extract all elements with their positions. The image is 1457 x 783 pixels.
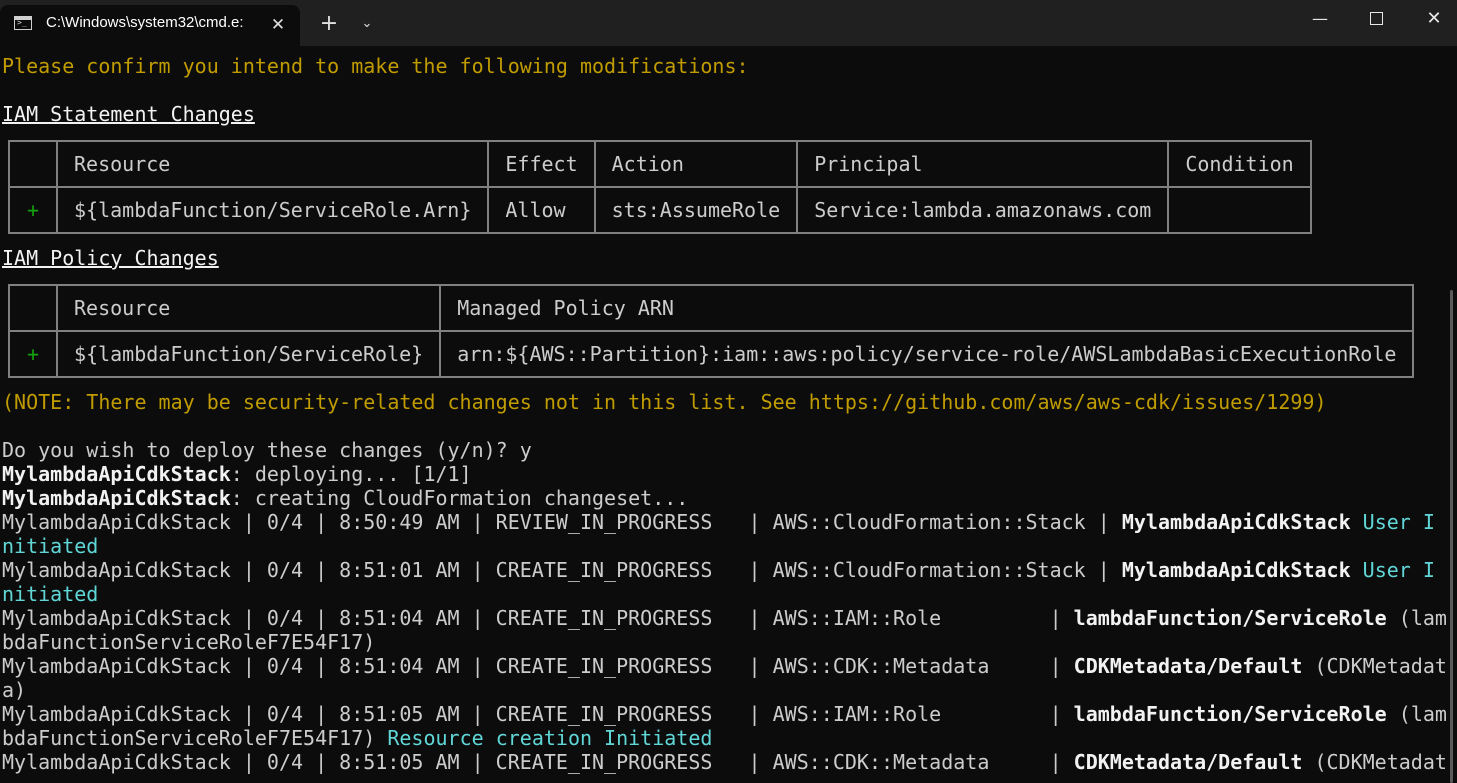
- event-physical-id: (CDKMetadat: [1302, 750, 1447, 774]
- event-status-reason: Resource creation Initiated: [375, 726, 713, 750]
- deploying-text: : deploying... [1/1]: [230, 462, 472, 486]
- stack-name: MylambdaApiCdkStack: [2, 462, 231, 486]
- tab-close-button[interactable]: ✕: [264, 11, 292, 39]
- table-header-row: Resource Effect Action Principal Conditi…: [8, 140, 1312, 188]
- iam-statement-table: Resource Effect Action Principal Conditi…: [8, 140, 1312, 234]
- event-physical-id: (lam: [1386, 606, 1447, 630]
- change-marker: +: [8, 330, 58, 378]
- table-header-cell: [8, 284, 58, 332]
- table-header-cell: Managed Policy ARN: [439, 284, 1415, 332]
- table-cell-policy-arn: arn:${AWS::Partition}:iam::aws:policy/se…: [439, 330, 1415, 378]
- event-line: MylambdaApiCdkStack | 0/4 | 8:51:01 AM |…: [2, 558, 1435, 582]
- event-logical-id: lambdaFunction/ServiceRole: [1073, 606, 1387, 630]
- changeset-line: MylambdaApiCdkStack: creating CloudForma…: [2, 486, 688, 510]
- event-status-reason: User I: [1350, 510, 1435, 534]
- iam-statement-heading: IAM Statement Changes: [2, 102, 255, 126]
- event-logical-id: MylambdaApiCdkStack: [1121, 510, 1351, 534]
- iam-policy-heading: IAM Policy Changes: [2, 246, 219, 270]
- event-line: MylambdaApiCdkStack | 0/4 | 8:51:05 AM |…: [2, 750, 1447, 774]
- tab-dropdown-button[interactable]: ⌄: [354, 9, 380, 39]
- event-line-wrap: a): [2, 678, 26, 702]
- event-line: MylambdaApiCdkStack | 0/4 | 8:51:04 AM |…: [2, 654, 1447, 678]
- table-row: + ${lambdaFunction/ServiceRole.Arn} Allo…: [8, 186, 1312, 234]
- event-prefix: MylambdaApiCdkStack | 0/4 | 8:51:04 AM |…: [2, 606, 1074, 630]
- table-cell-resource: ${lambdaFunction/ServiceRole.Arn}: [55, 186, 490, 234]
- table-row: + ${lambdaFunction/ServiceRole} arn:${AW…: [8, 330, 1415, 378]
- event-logical-id: CDKMetadata/Default: [1073, 654, 1303, 678]
- event-logical-id: lambdaFunction/ServiceRole: [1073, 702, 1387, 726]
- stack-name: MylambdaApiCdkStack: [2, 486, 231, 510]
- cmd-icon: [14, 16, 32, 30]
- table-header-cell: Resource: [55, 284, 442, 332]
- new-tab-button[interactable]: +: [314, 9, 344, 39]
- deploy-prompt: Do you wish to deploy these changes (y/n…: [2, 438, 532, 462]
- event-logical-id: MylambdaApiCdkStack: [1121, 558, 1351, 582]
- event-line-wrap: bdaFunctionServiceRoleF7E54F17): [2, 630, 375, 654]
- event-status-reason: nitiated: [2, 534, 99, 558]
- table-header-cell: [8, 140, 58, 188]
- vertical-scrollbar[interactable]: [1450, 290, 1453, 783]
- changeset-text: : creating CloudFormation changeset...: [230, 486, 689, 510]
- maximize-icon: [1369, 11, 1383, 25]
- security-note: (NOTE: There may be security-related cha…: [2, 390, 1327, 414]
- event-physical-id: (lam: [1386, 702, 1447, 726]
- event-physical-id: bdaFunctionServiceRoleF7E54F17): [2, 630, 376, 654]
- event-prefix: MylambdaApiCdkStack | 0/4 | 8:50:49 AM |…: [2, 510, 1122, 534]
- title-bar: C:\Windows\system32\cmd.e: ✕ + ⌄ — ✕: [0, 0, 1457, 46]
- table-header-row: Resource Managed Policy ARN: [8, 284, 1415, 332]
- table-cell-principal: Service:lambda.amazonaws.com: [796, 186, 1170, 234]
- table-header-cell: Principal: [796, 140, 1170, 188]
- terminal-tab[interactable]: C:\Windows\system32\cmd.e: ✕: [0, 5, 300, 46]
- confirm-message: Please confirm you intend to make the fo…: [2, 54, 749, 78]
- event-line-wrap: bdaFunctionServiceRoleF7E54F17) Resource…: [2, 726, 712, 750]
- table-cell-resource: ${lambdaFunction/ServiceRole}: [55, 330, 442, 378]
- deploying-line: MylambdaApiCdkStack: deploying... [1/1]: [2, 462, 472, 486]
- minimize-button[interactable]: —: [1296, 0, 1344, 38]
- table-header-cell: Condition: [1167, 140, 1312, 188]
- maximize-button[interactable]: [1352, 0, 1400, 38]
- event-prefix: MylambdaApiCdkStack | 0/4 | 8:51:01 AM |…: [2, 558, 1122, 582]
- table-cell-condition: [1167, 186, 1312, 234]
- event-line: MylambdaApiCdkStack | 0/4 | 8:51:05 AM |…: [2, 702, 1447, 726]
- event-line-wrap: nitiated: [2, 582, 98, 606]
- table-header-cell: Action: [593, 140, 799, 188]
- tab-title: C:\Windows\system32\cmd.e:: [46, 14, 244, 31]
- event-prefix: MylambdaApiCdkStack | 0/4 | 8:51:05 AM |…: [2, 750, 1074, 774]
- event-prefix: MylambdaApiCdkStack | 0/4 | 8:51:05 AM |…: [2, 702, 1074, 726]
- event-physical-id: bdaFunctionServiceRoleF7E54F17): [2, 726, 376, 750]
- event-status-reason: nitiated: [2, 582, 99, 606]
- terminal-output[interactable]: Please confirm you intend to make the fo…: [0, 46, 1457, 783]
- table-cell-effect: Allow: [487, 186, 596, 234]
- event-line: MylambdaApiCdkStack | 0/4 | 8:50:49 AM |…: [2, 510, 1435, 534]
- table-header-cell: Effect: [487, 140, 596, 188]
- table-cell-action: sts:AssumeRole: [593, 186, 799, 234]
- event-line: MylambdaApiCdkStack | 0/4 | 8:51:04 AM |…: [2, 606, 1447, 630]
- table-header-cell: Resource: [55, 140, 490, 188]
- event-logical-id: CDKMetadata/Default: [1073, 750, 1303, 774]
- event-physical-id: (CDKMetadat: [1302, 654, 1447, 678]
- change-marker: +: [8, 186, 58, 234]
- event-status-reason: User I: [1350, 558, 1435, 582]
- iam-policy-table: Resource Managed Policy ARN + ${lambdaFu…: [8, 284, 1415, 378]
- event-physical-id: a): [2, 678, 27, 702]
- event-prefix: MylambdaApiCdkStack | 0/4 | 8:51:04 AM |…: [2, 654, 1074, 678]
- event-line-wrap: nitiated: [2, 534, 98, 558]
- close-window-button[interactable]: ✕: [1410, 0, 1457, 38]
